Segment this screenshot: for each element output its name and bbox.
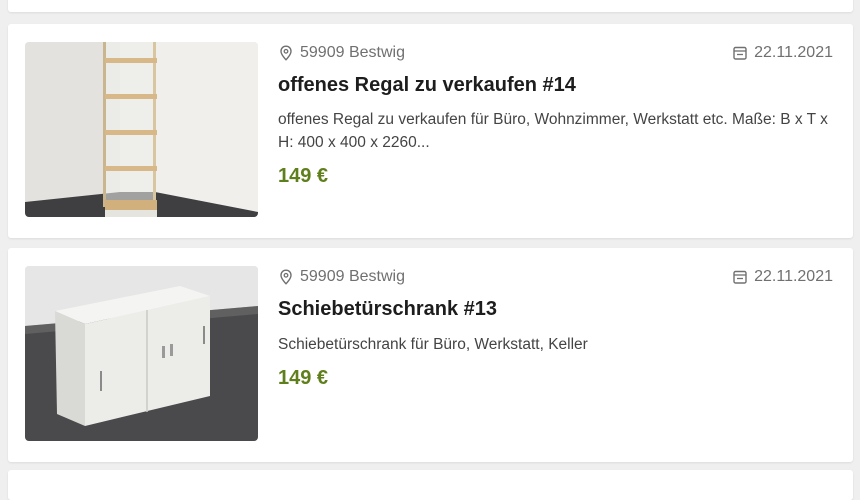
next-listing-card[interactable] (8, 470, 853, 500)
listing-date: 22.11.2021 (732, 42, 833, 64)
location-text: 59909 Bestwig (300, 44, 405, 61)
previous-listing-card[interactable] (8, 0, 853, 12)
map-pin-icon (278, 45, 294, 61)
calendar-icon (732, 45, 748, 61)
listing-description: offenes Regal zu verkaufen für Büro, Woh… (278, 111, 828, 151)
listing-card[interactable]: 59909 Bestwig 22.11.2021 offenes Regal z… (8, 24, 853, 238)
location-text: 59909 Bestwig (300, 268, 405, 285)
listing-location: 59909 Bestwig (278, 266, 405, 288)
listing-price: 149 € (278, 165, 329, 187)
listing-title-link[interactable]: offenes Regal zu verkaufen #14 (278, 72, 833, 98)
listing-meta: 59909 Bestwig 22.11.2021 (278, 266, 833, 288)
listing-date: 22.11.2021 (732, 266, 833, 288)
listing-image-cabinet[interactable] (25, 266, 258, 441)
listing-description: Schiebetürschrank für Büro, Werkstatt, K… (278, 336, 588, 353)
date-text: 22.11.2021 (754, 44, 833, 61)
date-text: 22.11.2021 (754, 268, 833, 285)
listing-card[interactable]: 59909 Bestwig 22.11.2021 Schiebetürschra… (8, 248, 853, 462)
listing-location: 59909 Bestwig (278, 42, 405, 64)
calendar-icon (732, 269, 748, 285)
listing-price: 149 € (278, 367, 329, 389)
listing-image-shelf[interactable] (25, 42, 258, 217)
listing-title-link[interactable]: Schiebetürschrank #13 (278, 296, 833, 322)
map-pin-icon (278, 269, 294, 285)
listing-meta: 59909 Bestwig 22.11.2021 (278, 42, 833, 64)
